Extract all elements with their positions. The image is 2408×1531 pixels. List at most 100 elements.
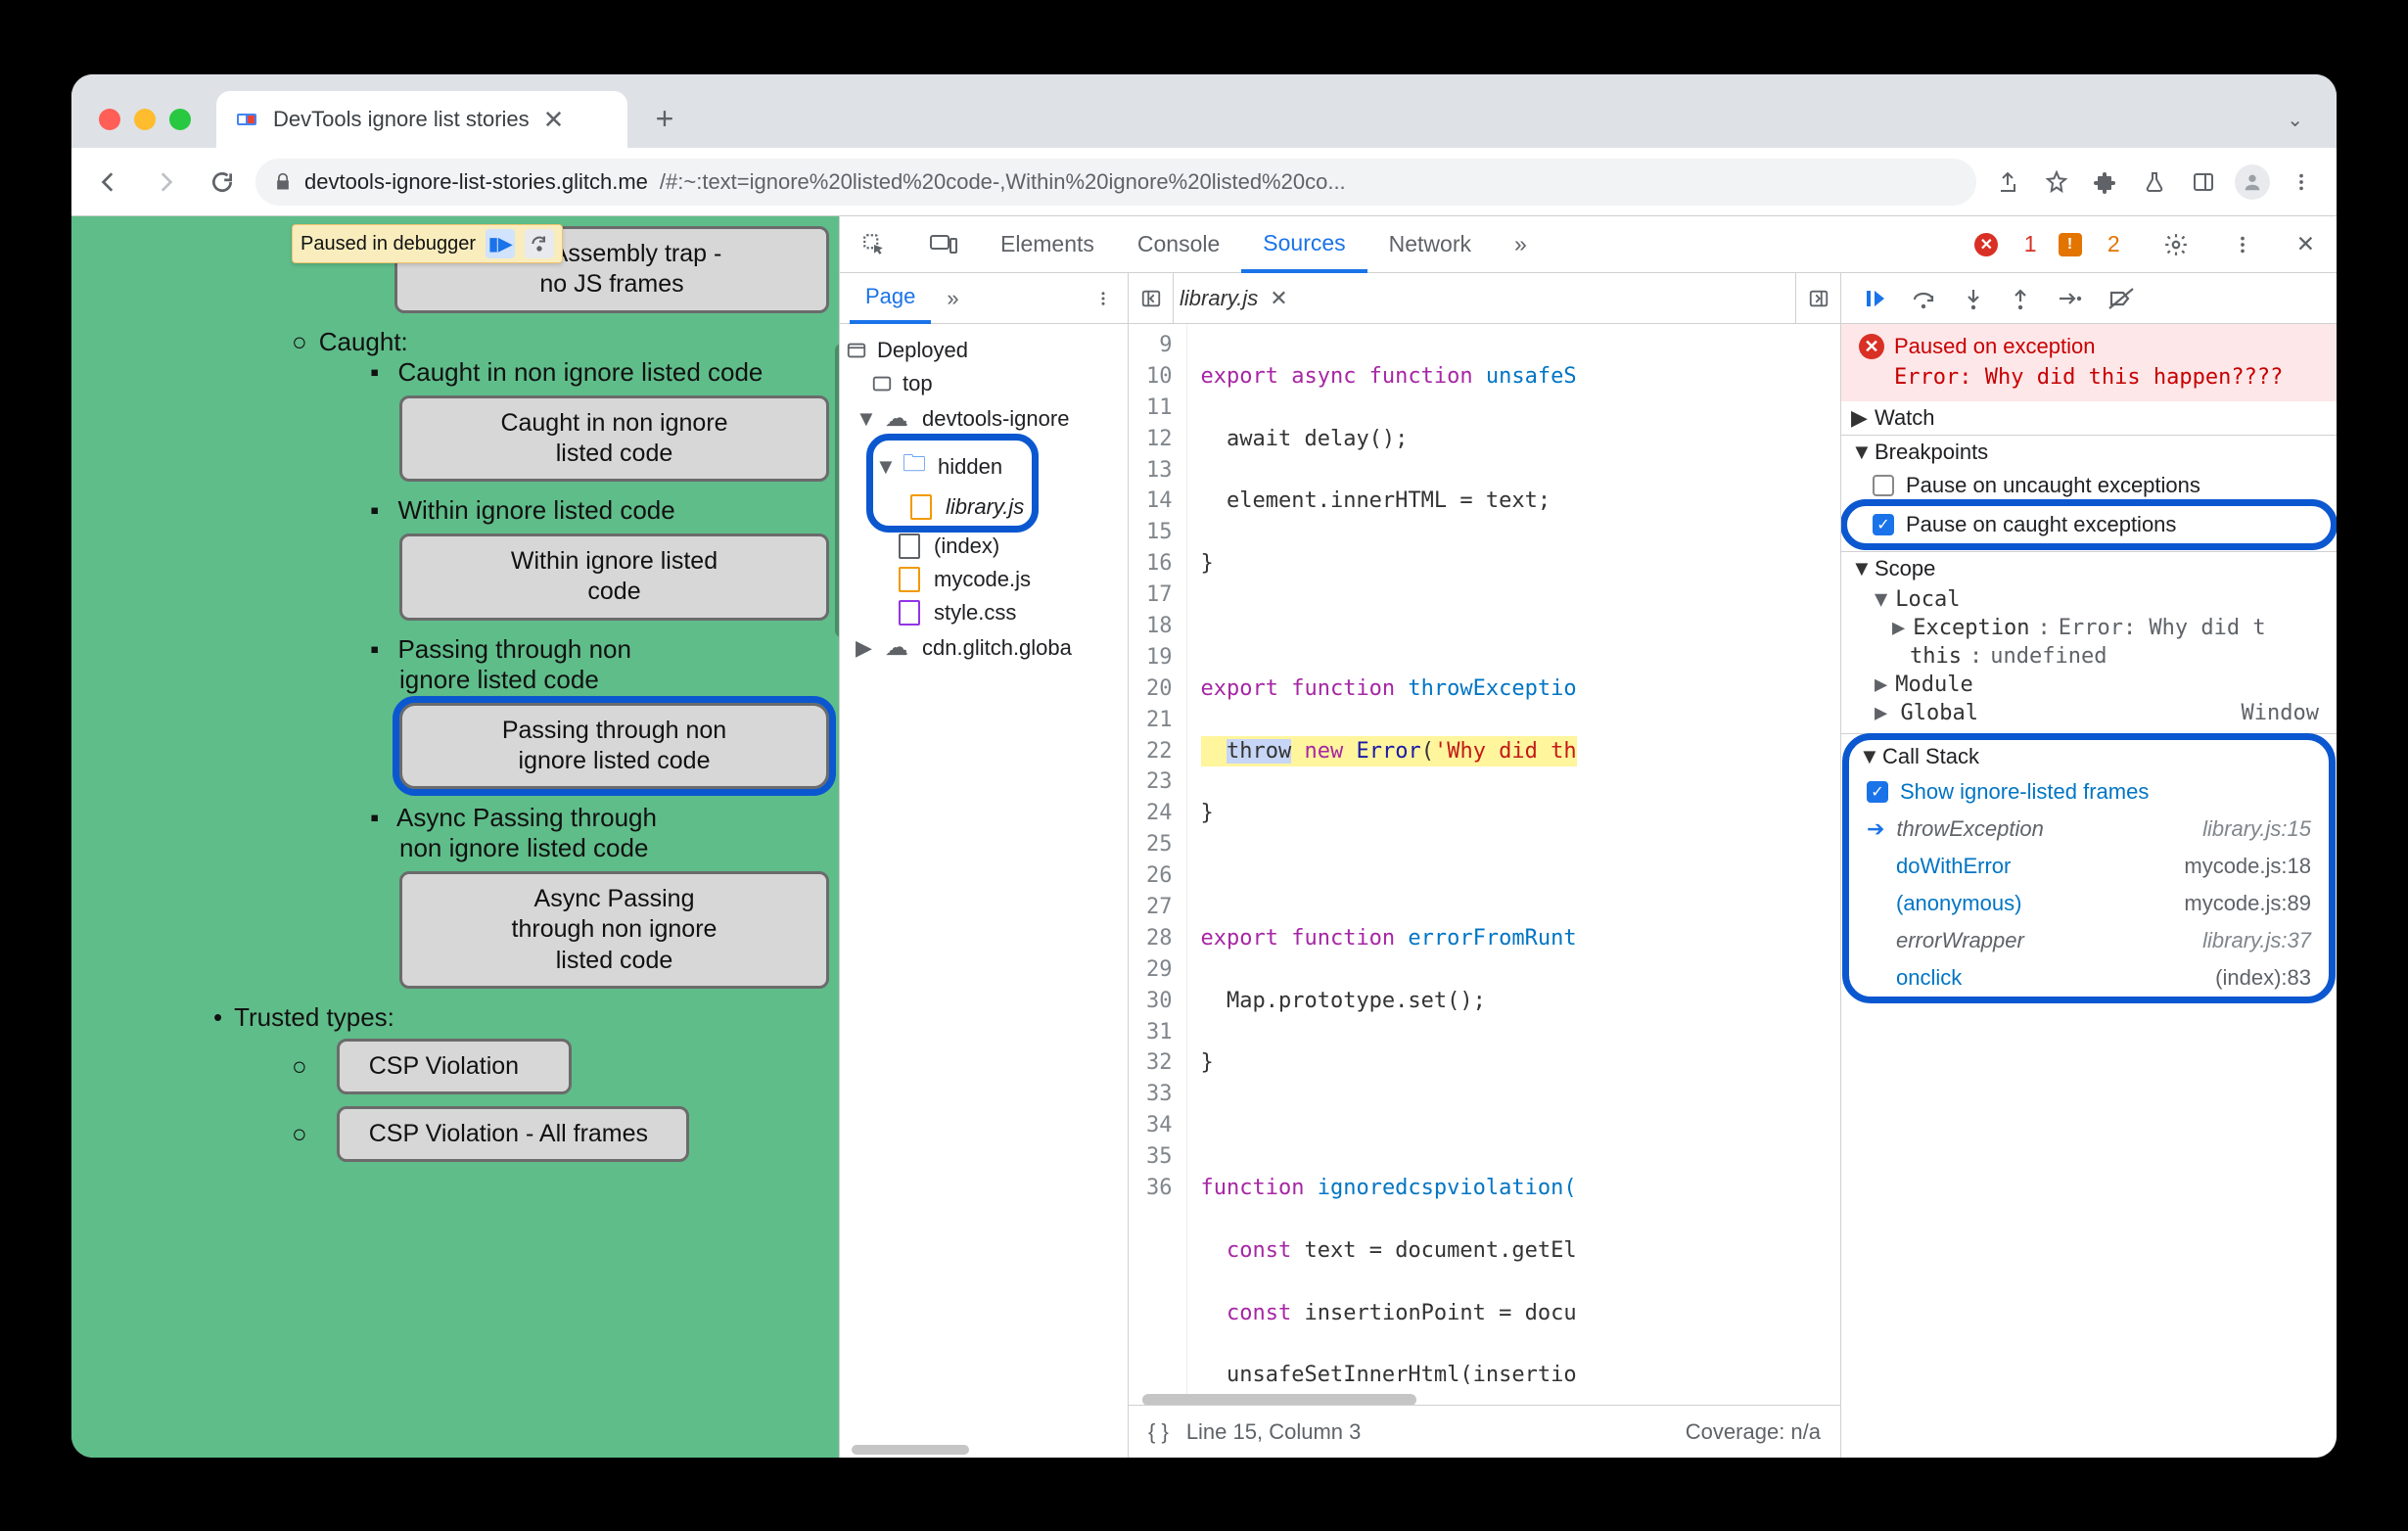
deactivate-breakpoints-icon[interactable] <box>2107 287 2135 310</box>
error-count-badge[interactable]: ✕ 1 <box>1953 216 2058 272</box>
reload-button[interactable] <box>199 159 246 206</box>
collapse-navigator-icon[interactable] <box>1129 273 1174 323</box>
share-icon[interactable] <box>1986 161 2029 204</box>
async-passing-button[interactable]: Async Passing through non ignore listed … <box>399 871 829 989</box>
maximize-window-button[interactable] <box>169 109 191 130</box>
debugger-step-icon[interactable] <box>525 229 554 258</box>
bookmark-icon[interactable] <box>2035 161 2078 204</box>
new-tab-button[interactable]: + <box>639 93 690 144</box>
tab-network[interactable]: Network <box>1367 216 1493 272</box>
tree-file-mycode[interactable]: mycode.js <box>846 563 1122 596</box>
back-button[interactable] <box>85 159 132 206</box>
forward-button[interactable] <box>142 159 189 206</box>
editor-scrollbar[interactable] <box>1129 1391 1840 1405</box>
tree-top[interactable]: top <box>846 367 1122 400</box>
url-path: /#:~:text=ignore%20listed%20code-,Within… <box>660 169 1346 195</box>
address-bar[interactable]: devtools-ignore-list-stories.glitch.me/#… <box>255 159 1976 206</box>
navigator-scrollbar[interactable] <box>840 1442 1128 1458</box>
step-icon[interactable] <box>2057 287 2082 310</box>
deployed-icon <box>846 340 867 361</box>
show-ignored-frames-row[interactable]: ✓ Show ignore-listed frames <box>1849 773 2329 811</box>
breakpoints-section[interactable]: ▼Breakpoints <box>1841 436 2337 469</box>
more-tabs-icon[interactable]: » <box>1493 216 1549 272</box>
editor-status-bar: { } Line 15, Column 3 Coverage: n/a <box>1129 1405 1840 1458</box>
debugger-resume-icon[interactable]: ▮▶ <box>486 229 515 258</box>
tab-console[interactable]: Console <box>1116 216 1241 272</box>
sources-navigator: Page » Deployed <box>840 273 1129 1458</box>
page-scrollbar-thumb[interactable] <box>835 344 839 637</box>
file-tab-library[interactable]: library.js ✕ <box>1174 273 1294 323</box>
chrome-menu-icon[interactable] <box>2280 161 2323 204</box>
watch-section[interactable]: ▶Watch <box>1841 401 2337 435</box>
navigator-page-tab[interactable]: Page <box>850 273 931 324</box>
passing-through-button[interactable]: Passing through non ignore listed code <box>399 703 829 790</box>
step-out-icon[interactable] <box>2010 287 2031 310</box>
async-passing-heading-l2: non ignore listed code <box>399 833 829 863</box>
step-into-icon[interactable] <box>1963 287 1984 310</box>
navigator-more-icon[interactable]: » <box>931 273 974 323</box>
tree-file-library[interactable]: library.js <box>875 490 1024 524</box>
call-stack-frame[interactable]: errorWrapper library.js:37 <box>1849 922 2329 959</box>
browser-window: DevTools ignore list stories ✕ + ⌄ devto… <box>71 74 2337 1458</box>
labs-icon[interactable] <box>2133 161 2176 204</box>
close-window-button[interactable] <box>99 109 120 130</box>
minimize-window-button[interactable] <box>134 109 156 130</box>
device-toolbar-icon[interactable] <box>908 216 979 272</box>
step-over-icon[interactable] <box>1912 287 1937 310</box>
browser-toolbar: devtools-ignore-list-stories.glitch.me/#… <box>71 148 2337 216</box>
collapse-debugger-icon[interactable] <box>1795 273 1840 323</box>
pretty-print-icon[interactable]: { } <box>1148 1419 1169 1445</box>
devtools-menu-icon[interactable] <box>2210 216 2275 272</box>
navigator-menu-icon[interactable] <box>1079 273 1128 323</box>
checkbox-checked-icon[interactable]: ✓ <box>1867 781 1888 803</box>
tab-sources[interactable]: Sources <box>1241 216 1366 273</box>
scope-section[interactable]: ▼Scope <box>1841 552 2337 585</box>
code-editor[interactable]: 9101112131415161718192021222324252627282… <box>1129 324 1840 1405</box>
code-lines[interactable]: export async function unsafeS await dela… <box>1187 324 1577 1405</box>
cloud-icon <box>881 404 912 433</box>
side-panel-icon[interactable] <box>2182 161 2225 204</box>
csp-violation-all-button[interactable]: CSP Violation - All frames <box>337 1106 689 1162</box>
checkbox-checked-icon[interactable]: ✓ <box>1873 514 1894 535</box>
paused-chip-label: Paused in debugger <box>301 233 476 255</box>
call-stack-frame[interactable]: doWithError mycode.js:18 <box>1849 848 2329 885</box>
tab-elements[interactable]: Elements <box>979 216 1116 272</box>
browser-tab[interactable]: DevTools ignore list stories ✕ <box>216 91 627 148</box>
call-stack-frame[interactable]: onclick (index):83 <box>1849 959 2329 997</box>
call-stack-frame[interactable]: ➔ throwException library.js:15 <box>1849 811 2329 848</box>
tree-domain-cdn[interactable]: ▶ cdn.glitch.globa <box>846 629 1122 666</box>
caught-non-ignore-button[interactable]: Caught in non ignore listed code <box>399 395 829 483</box>
checkbox-unchecked-icon[interactable] <box>1873 475 1894 496</box>
within-ignore-button[interactable]: Within ignore listed code <box>399 534 829 621</box>
caught-non-ignore-heading: Caught in non ignore listed code <box>370 357 829 388</box>
tab-strip: DevTools ignore list stories ✕ + ⌄ <box>71 74 2337 148</box>
lock-icon <box>273 172 293 192</box>
warn-count-badge[interactable]: ! 2 <box>2059 216 2142 272</box>
tabs-dropdown-icon[interactable]: ⌄ <box>2287 108 2323 148</box>
tree-deployed[interactable]: Deployed <box>846 334 1122 367</box>
resume-icon[interactable] <box>1863 287 1886 310</box>
settings-icon[interactable] <box>2142 216 2210 272</box>
folder-icon <box>901 446 928 487</box>
csp-violation-button[interactable]: CSP Violation <box>337 1039 572 1094</box>
paused-in-debugger-chip: Paused in debugger ▮▶ <box>292 224 563 263</box>
cloud-icon <box>881 633 912 662</box>
call-stack-section[interactable]: ▼Call Stack <box>1849 740 2329 773</box>
profile-avatar[interactable] <box>2231 161 2274 204</box>
trusted-types-heading: Trusted types: <box>213 1002 829 1033</box>
inspect-icon[interactable] <box>840 216 908 272</box>
extensions-icon[interactable] <box>2084 161 2127 204</box>
close-file-icon[interactable]: ✕ <box>1270 286 1287 311</box>
close-devtools-icon[interactable]: ✕ <box>2275 216 2337 272</box>
pause-on-caught-row[interactable]: ✓ Pause on caught exceptions <box>1847 508 2331 541</box>
close-tab-icon[interactable]: ✕ <box>543 105 565 135</box>
tab-title: DevTools ignore list stories <box>273 107 530 132</box>
tree-folder-hidden[interactable]: ▼ hidden <box>875 442 1024 490</box>
call-stack-frame[interactable]: (anonymous) mycode.js:89 <box>1849 885 2329 922</box>
pause-on-uncaught-row[interactable]: Pause on uncaught exceptions <box>1841 469 2337 502</box>
tree-domain[interactable]: ▼ devtools-ignore <box>846 400 1122 437</box>
tree-file-style[interactable]: style.css <box>846 596 1122 629</box>
tree-file-index[interactable]: (index) <box>846 530 1122 563</box>
caught-heading: Caught: <box>292 327 829 357</box>
file-icon <box>899 534 920 559</box>
